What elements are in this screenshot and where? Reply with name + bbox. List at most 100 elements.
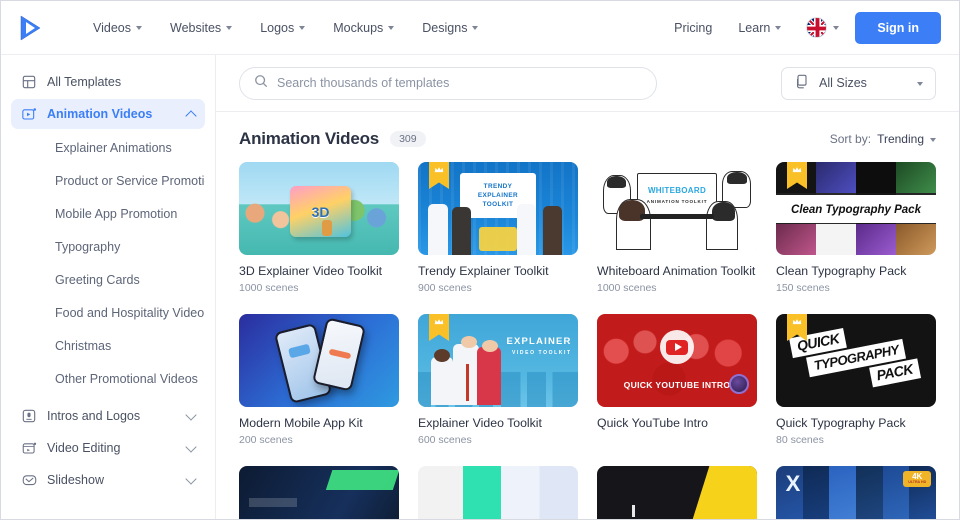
sidebar-subitem-christmas[interactable]: Christmas [11,329,205,362]
sidebar-item-video-editing[interactable]: Video Editing [11,433,205,463]
template-thumbnail[interactable]: Clean Typography Pack [776,162,936,255]
template-title: Quick YouTube Intro [597,416,708,430]
nav-item-designs-label: Designs [422,20,468,35]
template-title: Whiteboard Animation Toolkit [597,264,756,278]
template-title: Quick Typography Pack [776,416,906,430]
top-navigation-bar: Videos Websites Logos Mockups Designs Pr… [1,1,959,55]
sign-in-button[interactable]: Sign in [855,11,941,44]
sidebar-subitem-label: Greeting Cards [55,272,140,287]
page-body: All Templates Animation Videos Explainer… [1,55,959,519]
template-card[interactable]: WHITEBOARD ANIMATION TOOLKIT Whiteboard … [597,162,757,294]
chevron-down-icon [136,26,142,30]
language-selector[interactable] [794,17,849,38]
template-thumbnail[interactable]: QUICK TYPOGRAPHY PACK [776,314,936,407]
nav-item-designs[interactable]: Designs [408,15,492,41]
template-card[interactable]: EXPLAINER VIDEO TOOLKIT Explainer Video … [418,314,578,446]
sort-by-value: Trending [877,132,924,146]
template-thumbnail[interactable]: 3D [239,162,399,255]
uk-flag-icon [806,17,828,38]
sidebar-subitem-label: Mobile App Promotion [55,206,178,221]
template-card[interactable] [418,466,578,519]
template-card[interactable]: QUICK TYPOGRAPHY PACK Quick Typography P… [776,314,936,446]
nav-item-videos[interactable]: Videos [79,15,156,41]
sidebar-item-intros-and-logos[interactable]: Intros and Logos [11,401,205,431]
sidebar-item-slideshow[interactable]: Slideshow [11,465,205,495]
main-menu: Videos Websites Logos Mockups Designs [79,15,492,41]
template-card[interactable]: X 4K ULTRA HD [776,466,936,519]
nav-item-videos-label: Videos [93,20,131,35]
sidebar-item-animation-videos[interactable]: Animation Videos [11,99,205,129]
video-edit-icon [21,440,37,456]
nav-item-pricing[interactable]: Pricing [661,15,725,41]
video-play-icon [21,106,37,122]
main-content: All Sizes Animation Videos 309 Sort by: … [216,55,959,519]
slideshow-icon [21,472,37,488]
sidebar-subitem-other-promotional-videos[interactable]: Other Promotional Videos [11,362,205,395]
template-thumbnail[interactable]: TRENDY EXPLAINER TOOLKIT [418,162,578,255]
nav-item-mockups-label: Mockups [333,20,384,35]
sidebar-subitem-greeting-cards[interactable]: Greeting Cards [11,263,205,296]
template-title: Explainer Video Toolkit [418,416,542,430]
template-card[interactable]: QUICK YOUTUBE INTRO Quick YouTube Intro [597,314,757,446]
template-thumbnail[interactable] [239,314,399,407]
template-thumbnail[interactable]: X 4K ULTRA HD [776,466,936,519]
sidebar: All Templates Animation Videos Explainer… [1,55,216,519]
page-title: Animation Videos [239,129,380,148]
template-card[interactable] [597,466,757,519]
nav-item-learn[interactable]: Learn [725,15,794,41]
chevron-down-icon [472,26,479,30]
sidebar-subitem-explainer-animations[interactable]: Explainer Animations [11,131,205,164]
template-thumbnail[interactable] [418,466,578,519]
template-scenes: 1000 scenes [597,282,657,294]
sidebar-item-all-templates-label: All Templates [47,75,122,89]
nav-item-pricing-label: Pricing [674,20,713,35]
brand-logo-icon[interactable] [15,12,45,44]
chevron-down-icon [226,26,233,30]
sidebar-item-video-editing-label: Video Editing [47,441,121,455]
template-thumbnail[interactable]: QUICK YOUTUBE INTRO [597,314,757,407]
layers-icon [794,74,810,93]
grid-icon [21,74,37,90]
app-window: Videos Websites Logos Mockups Designs Pr… [0,0,960,520]
template-scenes: 200 scenes [239,434,293,446]
template-card[interactable]: 3D 3D Explainer Video Toolkit 1000 scene… [239,162,399,294]
nav-item-logos[interactable]: Logos [246,15,319,41]
sidebar-subitem-label: Typography [55,239,121,254]
sidebar-item-all-templates[interactable]: All Templates [11,67,205,97]
template-thumbnail[interactable]: EXPLAINER VIDEO TOOLKIT [418,314,578,407]
templates-content: Animation Videos 309 Sort by: Trending 3… [216,112,959,519]
template-card[interactable]: Modern Mobile App Kit 200 scenes [239,314,399,446]
chevron-down-icon [185,472,197,485]
template-scenes: 1000 scenes [239,282,299,294]
sidebar-subitem-label: Explainer Animations [55,140,172,155]
top-nav-right: Pricing Learn Sign in [661,11,941,44]
search-input[interactable] [277,76,642,90]
template-thumbnail[interactable] [239,466,399,519]
sidebar-subitem-food-and-hospitality-video[interactable]: Food and Hospitality Video [11,296,205,329]
sidebar-item-animation-videos-label: Animation Videos [47,107,153,121]
nav-item-websites-label: Websites [170,20,222,35]
template-thumbnail[interactable] [597,466,757,519]
template-card[interactable]: Clean Typography Pack Clean Typography P… [776,162,936,294]
nav-item-mockups[interactable]: Mockups [319,15,408,41]
template-scenes: 600 scenes [418,434,472,446]
sidebar-subitem-typography[interactable]: Typography [11,230,205,263]
sidebar-subitem-mobile-app-promotion[interactable]: Mobile App Promotion [11,197,205,230]
sort-by-dropdown[interactable]: Sort by: Trending [830,132,936,146]
sidebar-item-intros-and-logos-label: Intros and Logos [47,409,141,423]
search-toolbar: All Sizes [216,55,959,112]
sidebar-subitem-label: Food and Hospitality Video [55,305,205,320]
search-icon [254,74,268,93]
search-box[interactable] [239,66,657,100]
all-sizes-dropdown[interactable]: All Sizes [781,66,936,100]
template-title: Trendy Explainer Toolkit [418,264,549,278]
all-sizes-label: All Sizes [819,76,867,90]
template-thumbnail[interactable]: WHITEBOARD ANIMATION TOOLKIT [597,162,757,255]
nav-item-logos-label: Logos [260,20,295,35]
sidebar-subitem-label: Christmas [55,338,112,353]
template-card[interactable]: TRENDYEXPLAINERTOOLKIT Trendy Explaine [418,162,578,294]
sidebar-subitem-product-or-service-promotion[interactable]: Product or Service Promotion [11,164,205,197]
chevron-up-icon [185,109,197,122]
template-card[interactable] [239,466,399,519]
nav-item-websites[interactable]: Websites [156,15,246,41]
